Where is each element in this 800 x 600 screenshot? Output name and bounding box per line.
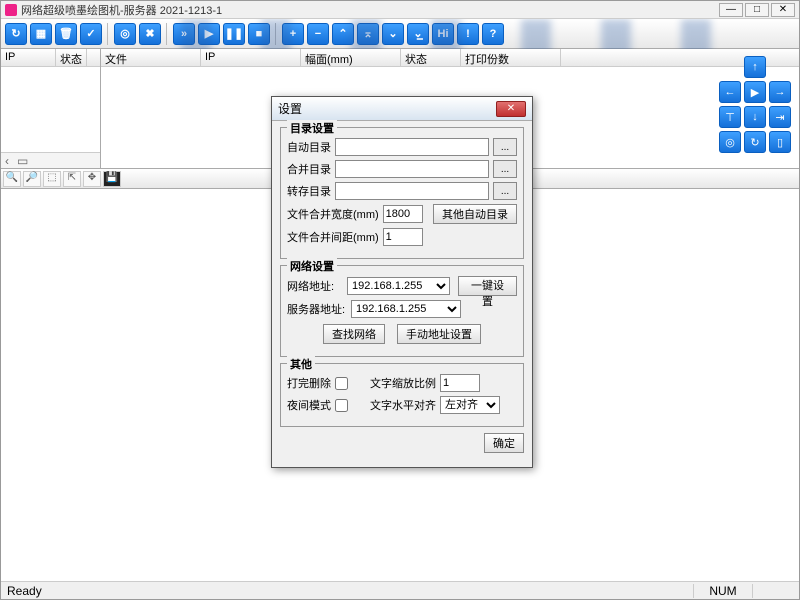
pad-end-icon[interactable]: ⇥ xyxy=(769,106,791,128)
text-scale-input[interactable] xyxy=(440,374,480,392)
play-icon[interactable]: ▶ xyxy=(198,23,220,45)
minus-icon[interactable]: − xyxy=(307,23,329,45)
merge-width-input[interactable] xyxy=(383,205,423,223)
col-status[interactable]: 状态 xyxy=(56,49,87,66)
srv-addr-label: 服务器地址: xyxy=(287,301,347,317)
net-addr-select[interactable]: 192.168.1.255 xyxy=(347,277,450,295)
save-dir-input[interactable] xyxy=(335,182,489,200)
left-pane: IP 状态 ‹▭ xyxy=(1,49,101,168)
direction-pad: ↑ ← ▶ → ⊤ ↓ ⇥ ◎ ↻ ▯ xyxy=(715,56,795,153)
status-num: NUM xyxy=(693,584,753,598)
merge-dir-label: 合并目录 xyxy=(287,161,331,177)
dialog-close-button[interactable]: ✕ xyxy=(496,101,526,117)
move-icon[interactable]: ✥ xyxy=(83,171,101,187)
auto-dir-label: 自动目录 xyxy=(287,139,331,155)
other-auto-dir-button[interactable]: 其他自动目录 xyxy=(433,204,517,224)
merge-width-label: 文件合并宽度(mm) xyxy=(287,206,379,222)
delete-after-label: 打完删除 xyxy=(287,375,331,391)
fastfwd-icon[interactable]: » xyxy=(173,23,195,45)
down-icon[interactable]: ⌄ xyxy=(382,23,404,45)
zoom-out-icon[interactable]: 🔎 xyxy=(23,171,41,187)
help-icon[interactable]: ? xyxy=(482,23,504,45)
pad-refresh-icon[interactable]: ↻ xyxy=(744,131,766,153)
pad-play-icon[interactable]: ▶ xyxy=(744,81,766,103)
settings-dialog: 设置 ✕ 目录设置 自动目录... 合并目录... 转存目录... 文件合并宽度… xyxy=(271,96,533,468)
window-title: 网络超级喷墨绘图机-服务器 2021-1213-1 xyxy=(21,2,719,18)
hi-icon[interactable]: Hi xyxy=(432,23,454,45)
group-dirs: 目录设置 xyxy=(287,120,337,136)
col-ip[interactable]: IP xyxy=(1,49,56,66)
col-ip2[interactable]: IP xyxy=(201,49,301,66)
titlebar: 网络超级喷墨绘图机-服务器 2021-1213-1 — □ ✕ xyxy=(1,1,799,19)
fit-icon[interactable]: ⬚ xyxy=(43,171,61,187)
night-mode-label: 夜间模式 xyxy=(287,397,331,413)
check-icon[interactable]: ✓ xyxy=(80,23,102,45)
maximize-button[interactable]: □ xyxy=(745,3,769,17)
manual-addr-button[interactable]: 手动地址设置 xyxy=(397,324,481,344)
left-list[interactable] xyxy=(1,67,100,152)
target-icon[interactable]: ◎ xyxy=(114,23,136,45)
pad-top-icon[interactable]: ⊤ xyxy=(719,106,741,128)
net-addr-label: 网络地址: xyxy=(287,278,343,294)
refresh-icon[interactable]: ↻ xyxy=(5,23,27,45)
group-network: 网络设置 xyxy=(287,258,337,274)
save-dir-label: 转存目录 xyxy=(287,183,331,199)
alert-icon[interactable]: ! xyxy=(457,23,479,45)
pause-icon[interactable]: ❚❚ xyxy=(223,23,245,45)
merge-dir-browse[interactable]: ... xyxy=(493,160,517,178)
text-align-label: 文字水平对齐 xyxy=(370,397,436,413)
text-align-select[interactable]: 左对齐 xyxy=(440,396,500,414)
merge-gap-label: 文件合并间距(mm) xyxy=(287,229,379,245)
auto-dir-browse[interactable]: ... xyxy=(493,138,517,156)
app-icon xyxy=(5,4,17,16)
night-mode-checkbox[interactable] xyxy=(335,399,348,412)
top-icon[interactable]: ⌅ xyxy=(357,23,379,45)
col-status2[interactable]: 状态 xyxy=(401,49,461,66)
up-icon[interactable]: ⌃ xyxy=(332,23,354,45)
text-scale-label: 文字缩放比例 xyxy=(370,375,436,391)
srv-addr-select[interactable]: 192.168.1.255 xyxy=(351,300,461,318)
col-size[interactable]: 幅面(mm) xyxy=(301,49,401,66)
status-ready: Ready xyxy=(7,584,693,598)
dialog-title: 设置 xyxy=(278,100,496,117)
main-toolbar: ↻ ▦ 🗑 ✓ ◎ ✖ » ▶ ❚❚ ■ + − ⌃ ⌅ ⌄ ⌄̲ Hi ! ? xyxy=(1,19,799,49)
pad-right-icon[interactable]: → xyxy=(769,81,791,103)
pad-down-icon[interactable]: ↓ xyxy=(744,106,766,128)
find-network-button[interactable]: 查找网络 xyxy=(323,324,385,344)
close-button[interactable]: ✕ xyxy=(771,3,795,17)
pad-up-icon[interactable]: ↑ xyxy=(744,56,766,78)
delete-icon[interactable]: 🗑 xyxy=(55,23,77,45)
col-file[interactable]: 文件 xyxy=(101,49,201,66)
one-key-button[interactable]: 一键设置 xyxy=(458,276,517,296)
grid-icon[interactable]: ▦ xyxy=(30,23,52,45)
merge-gap-input[interactable] xyxy=(383,228,423,246)
save-dir-browse[interactable]: ... xyxy=(493,182,517,200)
save-icon[interactable]: 💾 xyxy=(103,171,121,187)
plus-icon[interactable]: + xyxy=(282,23,304,45)
stop-icon[interactable]: ■ xyxy=(248,23,270,45)
pad-target-icon[interactable]: ◎ xyxy=(719,131,741,153)
minimize-button[interactable]: — xyxy=(719,3,743,17)
col-copies[interactable]: 打印份数 xyxy=(461,49,561,66)
group-other: 其他 xyxy=(287,356,315,372)
zoom-in-icon[interactable]: 🔍 xyxy=(3,171,21,187)
merge-dir-input[interactable] xyxy=(335,160,489,178)
pad-left-icon[interactable]: ← xyxy=(719,81,741,103)
delete-after-checkbox[interactable] xyxy=(335,377,348,390)
bottom-icon[interactable]: ⌄̲ xyxy=(407,23,429,45)
arrow-icon[interactable]: ⇱ xyxy=(63,171,81,187)
status-bar: Ready NUM xyxy=(1,581,799,599)
auto-dir-input[interactable] xyxy=(335,138,489,156)
ok-button[interactable]: 确定 xyxy=(484,433,524,453)
tools-icon[interactable]: ✖ xyxy=(139,23,161,45)
pad-doc-icon[interactable]: ▯ xyxy=(769,131,791,153)
